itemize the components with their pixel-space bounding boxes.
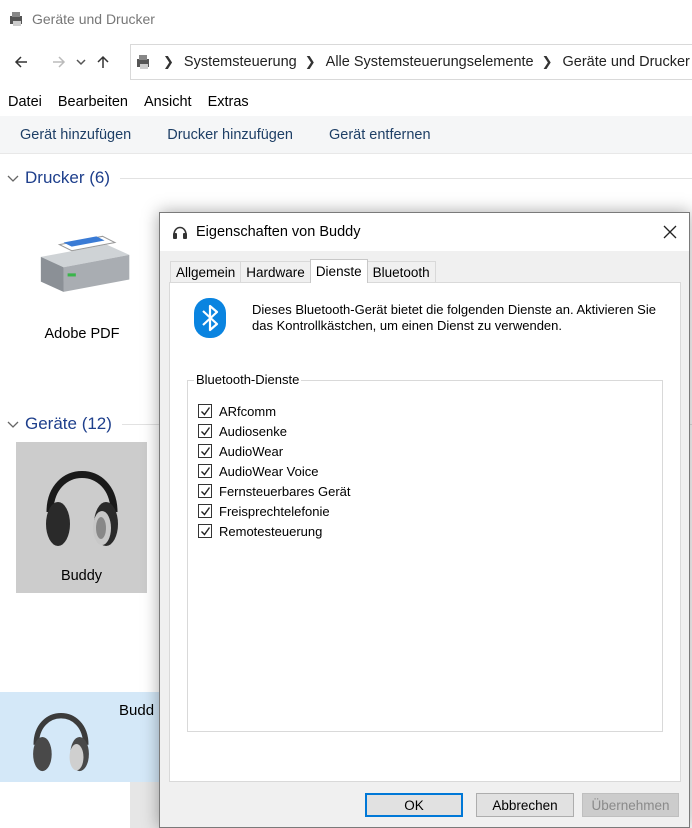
printer-icon (40, 235, 130, 292)
headphones-icon (173, 226, 187, 239)
back-arrow-icon (14, 56, 27, 68)
checkmark-icon (200, 426, 210, 436)
menu-bar: Datei Bearbeiten Ansicht Extras (0, 90, 257, 114)
printers-group-header[interactable]: Drucker (6) (0, 166, 692, 190)
divider (120, 177, 692, 179)
intro-text: Dieses Bluetooth-Gerät bietet die folgen… (252, 302, 656, 333)
tab-bluetooth[interactable]: Bluetooth (366, 261, 436, 283)
forward-button[interactable] (46, 47, 72, 77)
command-bar: Gerät hinzufügen Drucker hinzufügen Gerä… (0, 116, 692, 154)
service-checkbox[interactable] (198, 404, 212, 418)
headphones-icon (45, 471, 118, 546)
tab-allgemein[interactable]: Allgemein (170, 261, 242, 283)
recent-locations-button[interactable] (72, 47, 90, 77)
dialog-titlebar: Eigenschaften von Buddy (160, 213, 689, 251)
service-row[interactable]: ARfcomm (198, 401, 351, 421)
checkmark-icon (200, 466, 210, 476)
menu-extras[interactable]: Extras (208, 94, 249, 110)
close-button[interactable] (659, 221, 681, 243)
tab-hardware[interactable]: Hardware (240, 261, 311, 283)
checkmark-icon (200, 486, 210, 496)
tab-strip: Allgemein Hardware Dienste Bluetooth (170, 259, 436, 283)
service-checkbox[interactable] (198, 484, 212, 498)
scroll-area (130, 782, 160, 828)
up-arrow-icon (97, 55, 109, 68)
menu-bearbeiten[interactable]: Bearbeiten (58, 94, 128, 110)
chevron-right-icon: ❯ (163, 54, 174, 69)
checkmark-icon (200, 406, 210, 416)
service-label: AudioWear (219, 443, 284, 459)
service-row[interactable]: Freisprechtelefonie (198, 501, 351, 521)
back-button[interactable] (8, 47, 34, 77)
group-label: Drucker (6) (25, 168, 111, 187)
device-label: Adobe PDF (44, 326, 120, 342)
service-checkbox[interactable] (198, 444, 212, 458)
checkmark-icon (200, 526, 210, 536)
device-label: Buddy (60, 568, 103, 584)
cancel-button[interactable]: Abbrechen (476, 793, 574, 817)
service-row[interactable]: Fernsteuerbares Gerät (198, 481, 351, 501)
service-label: AudioWear Voice (219, 463, 319, 479)
window-title: Geräte und Drucker (32, 11, 155, 27)
service-label: Audiosenke (219, 423, 287, 439)
device-tile-adobe-pdf[interactable]: Adobe PDF (16, 218, 148, 348)
service-checkbox[interactable] (198, 464, 212, 478)
chevron-down-icon (7, 175, 19, 182)
chevron-right-icon: ❯ (304, 54, 316, 69)
drag-preview-label: Budd (119, 702, 155, 719)
bluetooth-icon (194, 298, 226, 338)
bluetooth-services-group: Bluetooth-Dienste ARfcomm Audiosenke Audio… (187, 372, 663, 732)
device-tile-buddy[interactable]: Buddy (16, 442, 147, 593)
tab-dienste[interactable]: Dienste (309, 259, 368, 283)
service-label: Freisprechtelefonie (219, 503, 330, 519)
service-checkbox[interactable] (198, 504, 212, 518)
breadcrumb-item[interactable]: Geräte und Drucker (563, 54, 690, 70)
group-legend: Bluetooth-Dienste (194, 372, 302, 387)
chevron-right-icon: ❯ (541, 54, 553, 69)
devices-printers-icon (137, 55, 149, 69)
add-printer-button[interactable]: Drucker hinzufügen (167, 127, 293, 143)
service-label: Fernsteuerbares Gerät (219, 483, 351, 499)
dialog-title: Eigenschaften von Buddy (196, 224, 361, 240)
service-label: ARfcomm (219, 403, 277, 419)
close-icon (663, 225, 677, 239)
apply-button[interactable]: Übernehmen (582, 793, 679, 817)
up-button[interactable] (90, 47, 116, 77)
services-list: ARfcomm Audiosenke AudioWear AudioWear Voic… (198, 401, 351, 541)
service-checkbox[interactable] (198, 524, 212, 538)
menu-ansicht[interactable]: Ansicht (144, 94, 192, 110)
breadcrumb-item[interactable]: Alle Systemsteuerungselemente (326, 54, 534, 70)
service-row[interactable]: AudioWear (198, 441, 351, 461)
chevron-down-icon (7, 421, 19, 428)
devices-printers-icon (10, 12, 22, 26)
menu-datei[interactable]: Datei (8, 94, 42, 110)
forward-arrow-icon (53, 56, 66, 68)
services-panel: Dieses Bluetooth-Gerät bietet die folgen… (169, 282, 681, 782)
breadcrumb-item[interactable]: Systemsteuerung (184, 54, 297, 70)
navigation-bar: ❯ Systemsteuerung ❯ Alle Systemsteuerung… (0, 40, 692, 84)
checkmark-icon (200, 506, 210, 516)
headphones-icon (33, 712, 89, 772)
recent-dropdown-icon (76, 59, 86, 66)
window-titlebar: Geräte und Drucker (0, 0, 692, 38)
group-label: Geräte (12) (25, 414, 112, 433)
properties-dialog: Eigenschaften von Buddy Allgemein Hardwa… (159, 212, 690, 828)
ok-button[interactable]: OK (365, 793, 463, 817)
remove-device-button[interactable]: Gerät entfernen (329, 127, 431, 143)
service-checkbox[interactable] (198, 424, 212, 438)
service-row[interactable]: Audiosenke (198, 421, 351, 441)
service-label: Remotesteuerung (219, 523, 323, 539)
address-bar[interactable]: ❯ Systemsteuerung ❯ Alle Systemsteuerung… (130, 44, 692, 80)
add-device-button[interactable]: Gerät hinzufügen (20, 127, 131, 143)
service-row[interactable]: AudioWear Voice (198, 461, 351, 481)
checkmark-icon (200, 446, 210, 456)
service-row[interactable]: Remotesteuerung (198, 521, 351, 541)
